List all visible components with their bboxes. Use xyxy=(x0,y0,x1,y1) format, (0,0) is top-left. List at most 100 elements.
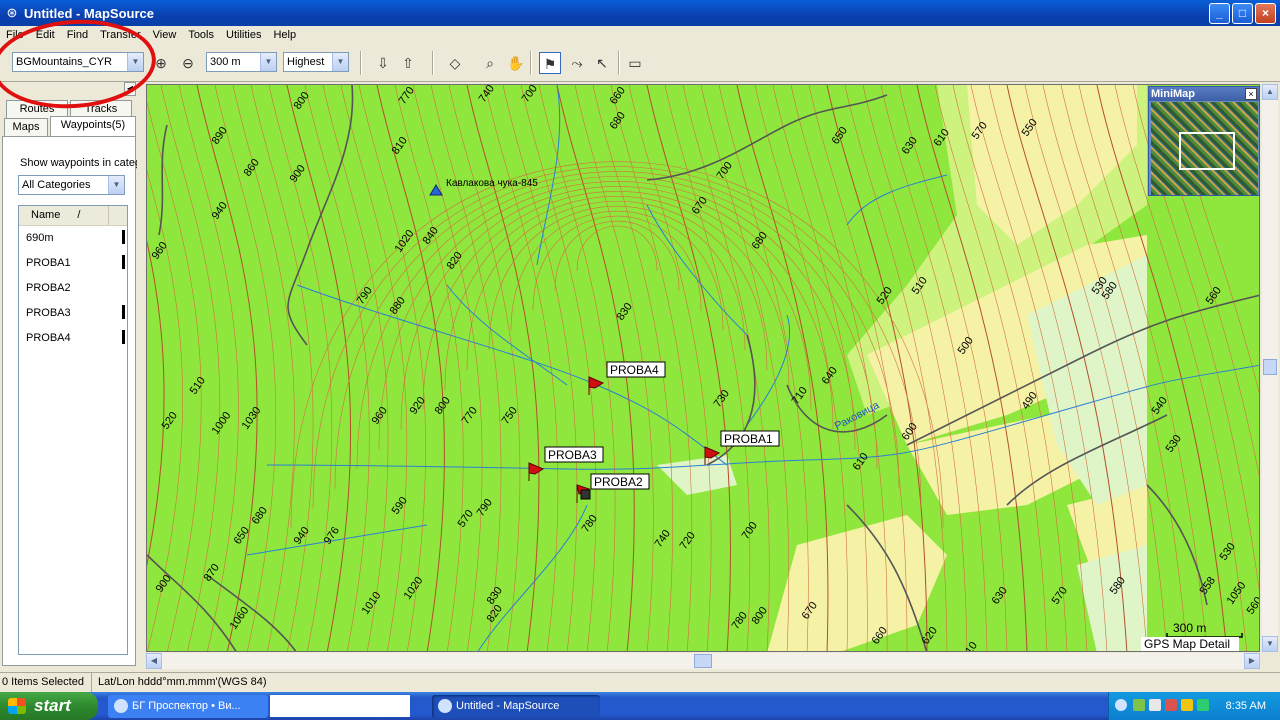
waypoint-tool-icon[interactable]: ⚑ xyxy=(539,52,561,74)
collapse-pane-button[interactable]: ◀ xyxy=(124,82,136,96)
chevron-down-icon[interactable]: ▼ xyxy=(332,53,348,71)
distance-ruler-icon[interactable]: ▭ xyxy=(624,52,646,74)
waypoint-name: PROBA4 xyxy=(26,332,71,344)
zoom-in-icon[interactable]: ⊕ xyxy=(150,52,172,74)
tray-monitor-icon[interactable] xyxy=(1149,699,1161,711)
task-label: Untitled - MapSource xyxy=(456,700,560,712)
scroll-right-icon[interactable]: ▶ xyxy=(1244,653,1260,669)
sort-indicator-icon: / xyxy=(77,209,81,221)
data-pane: ◀ Routes Tracks Maps Waypoints(5) Show w… xyxy=(0,82,138,707)
minimap-preview[interactable] xyxy=(1151,102,1258,195)
menu-find[interactable]: Find xyxy=(61,26,94,44)
scroll-up-icon[interactable]: ▲ xyxy=(1262,84,1278,100)
toolbar-separator xyxy=(432,51,434,75)
close-button[interactable]: × xyxy=(1255,3,1276,24)
category-filter-label: Show waypoints in category: xyxy=(20,157,137,169)
scroll-down-icon[interactable]: ▼ xyxy=(1262,636,1278,652)
zoom-level-select[interactable]: 300 m ▼ xyxy=(206,52,277,72)
system-tray: 8:35 AM xyxy=(1108,692,1280,720)
waypoint-list[interactable]: Name / 690m PROBA1 PROBA2 PROBA3 PROBA4 xyxy=(18,205,128,655)
list-header: Name / xyxy=(19,206,127,226)
taskbar-item-mapsource[interactable]: Untitled - MapSource xyxy=(432,695,600,718)
send-to-device-icon[interactable]: ⇧ xyxy=(397,52,419,74)
waypoint-name: 690m xyxy=(26,232,54,244)
tray-expand-icon[interactable] xyxy=(1115,699,1127,711)
toolbar-separator xyxy=(360,51,362,75)
start-label: start xyxy=(34,696,71,715)
chevron-down-icon[interactable]: ▼ xyxy=(260,53,276,71)
map-view[interactable]: 770 740 700 660 680 800 810 890 860 900 940 960 1020… xyxy=(146,84,1260,652)
list-item[interactable]: PROBA1 xyxy=(19,251,127,276)
column-header-name[interactable]: Name / xyxy=(19,206,109,225)
window-controls: _ □ × xyxy=(1209,3,1276,24)
waypoint-label: PROBA2 xyxy=(594,475,643,489)
zoom-tool-icon[interactable]: ⌕ xyxy=(479,52,501,74)
color-bar-icon xyxy=(122,255,125,269)
waypoint-label: PROBA3 xyxy=(548,448,597,462)
menu-bar: File Edit Find Transfer View Tools Utili… xyxy=(0,26,1280,44)
scale-text: 300 m xyxy=(1173,621,1206,635)
window-title: Untitled - MapSource xyxy=(24,5,155,21)
mapsource-app-icon xyxy=(438,699,452,713)
list-item[interactable]: PROBA4 xyxy=(19,326,127,351)
menu-tools[interactable]: Tools xyxy=(182,26,220,44)
map-vertical-scrollbar[interactable]: ▲ ▼ xyxy=(1262,84,1278,652)
color-bar-icon xyxy=(122,230,125,244)
zoom-level-value: 300 m xyxy=(210,56,241,68)
tray-shield-icon[interactable] xyxy=(1181,699,1193,711)
maximize-button[interactable]: □ xyxy=(1232,3,1253,24)
scroll-thumb[interactable] xyxy=(694,654,712,668)
detail-level-select[interactable]: Highest ▼ xyxy=(283,52,349,72)
toolbar-separator xyxy=(618,51,620,75)
map-horizontal-scrollbar[interactable]: ◀ ▶ xyxy=(146,653,1260,669)
list-item[interactable]: 690m xyxy=(19,226,127,251)
chevron-down-icon[interactable]: ▼ xyxy=(108,176,124,194)
category-filter-select[interactable]: All Categories ▼ xyxy=(18,175,125,195)
menu-edit[interactable]: Edit xyxy=(30,26,61,44)
map-tool-icon[interactable]: ◇ xyxy=(444,52,466,74)
scroll-left-icon[interactable]: ◀ xyxy=(146,653,162,669)
waypoint-name: PROBA3 xyxy=(26,307,71,319)
taskbar-item-browser[interactable]: БГ Проспектор • Ви... xyxy=(108,695,268,718)
menu-view[interactable]: View xyxy=(147,26,183,44)
tab-maps[interactable]: Maps xyxy=(4,118,48,136)
map-product-select[interactable]: BGMountains_CYR ▼ xyxy=(12,52,144,72)
minimize-button[interactable]: _ xyxy=(1209,3,1230,24)
waypoints-panel: Show waypoints in category: All Categori… xyxy=(2,136,137,707)
tray-security-icon[interactable] xyxy=(1165,699,1177,711)
menu-help[interactable]: Help xyxy=(267,26,302,44)
gps-detail-text: GPS Map Detail xyxy=(1144,637,1230,651)
menu-file[interactable]: File xyxy=(0,26,30,44)
mapsource-app-icon[interactable]: ⊛ xyxy=(4,5,20,21)
tray-network-icon[interactable] xyxy=(1133,699,1145,711)
hand-tool-icon[interactable]: ✋ xyxy=(505,52,527,74)
column-name-label: Name xyxy=(31,209,61,221)
minimap-close-icon[interactable]: × xyxy=(1245,88,1257,100)
waypoint-label: PROBA1 xyxy=(724,432,773,446)
zoom-out-icon[interactable]: ⊖ xyxy=(177,52,199,74)
start-button[interactable]: start xyxy=(0,692,98,720)
list-item[interactable]: PROBA3 xyxy=(19,301,127,326)
chevron-down-icon[interactable]: ▼ xyxy=(127,53,143,71)
scroll-thumb[interactable] xyxy=(1263,359,1277,375)
tab-waypoints[interactable]: Waypoints(5) xyxy=(50,116,136,136)
map-product-value: BGMountains_CYR xyxy=(16,56,112,68)
detail-level-value: Highest xyxy=(287,56,325,68)
receive-from-device-icon[interactable]: ⇩ xyxy=(372,52,394,74)
waypoint-name: PROBA2 xyxy=(26,282,71,294)
menu-transfer[interactable]: Transfer xyxy=(94,26,147,44)
minimap[interactable]: MiniMap × xyxy=(1148,86,1260,196)
color-bar-icon xyxy=(122,305,125,319)
peak-label: Кавлакова чука-845 xyxy=(446,178,538,189)
toolbar-separator xyxy=(530,51,532,75)
selection-tool-icon[interactable]: ↖ xyxy=(591,52,613,74)
browser-icon xyxy=(114,699,128,713)
minimap-title: MiniMap xyxy=(1149,87,1259,101)
route-tool-icon[interactable]: ⤳ xyxy=(566,52,588,74)
menu-utilities[interactable]: Utilities xyxy=(220,26,267,44)
waypoint-name: PROBA1 xyxy=(26,257,71,269)
minimap-viewport-rect[interactable] xyxy=(1179,132,1235,170)
list-item[interactable]: PROBA2 xyxy=(19,276,127,301)
tray-signal-icon[interactable] xyxy=(1197,699,1209,711)
clock: 8:35 AM xyxy=(1225,700,1266,712)
